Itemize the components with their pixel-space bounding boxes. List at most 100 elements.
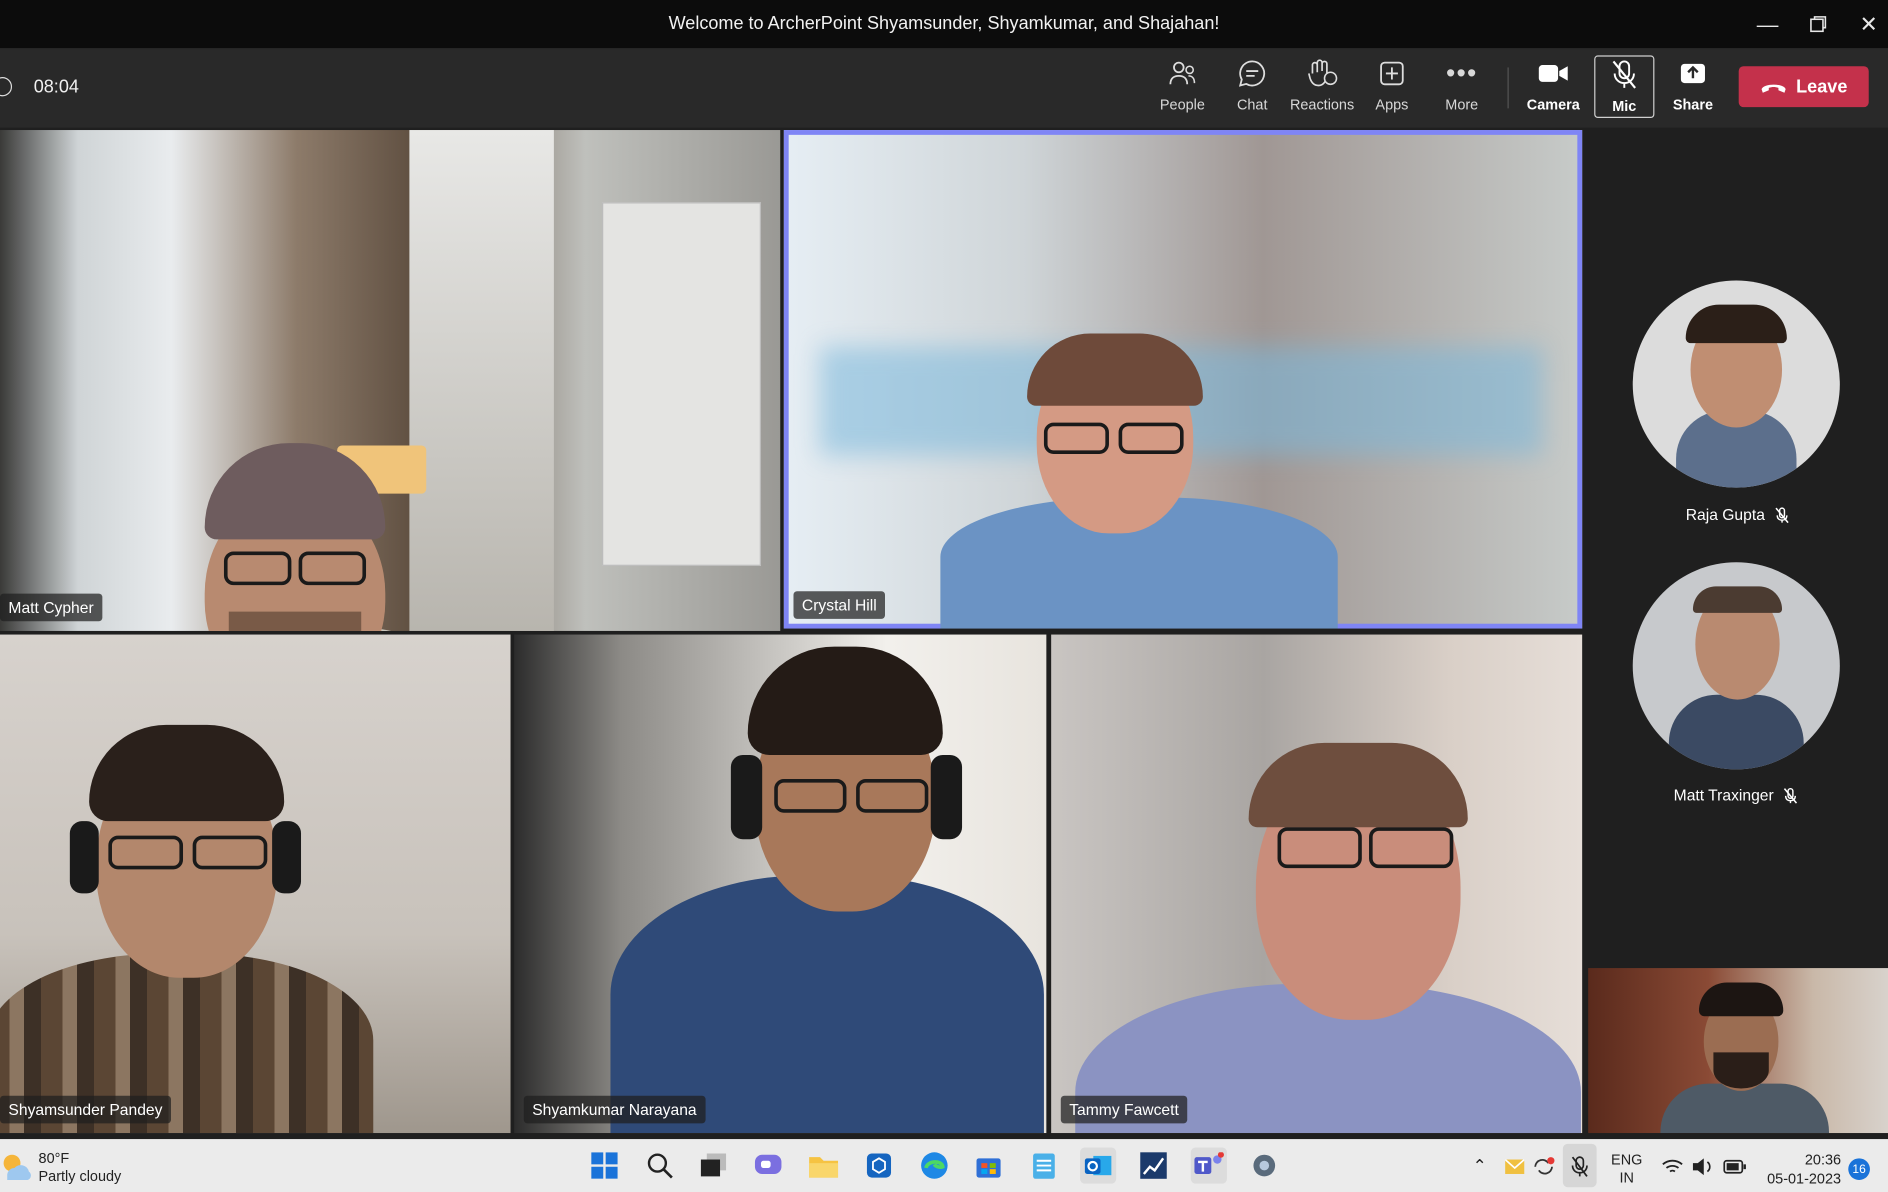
- edge-icon: [921, 1152, 948, 1179]
- teams-icon: [1194, 1152, 1224, 1174]
- apps-label: Apps: [1375, 96, 1409, 114]
- clock-date: 05-01-2023: [1767, 1170, 1842, 1188]
- apps-button[interactable]: Apps: [1358, 55, 1425, 120]
- restore-icon: [1810, 16, 1827, 33]
- avatar-matt-traxinger[interactable]: [1632, 562, 1840, 770]
- mic-button[interactable]: Mic: [1594, 55, 1655, 118]
- toolbar-divider: [1507, 67, 1509, 109]
- search-button[interactable]: [642, 1147, 678, 1183]
- settings-button[interactable]: [1246, 1147, 1282, 1183]
- minimize-button[interactable]: —: [1741, 0, 1794, 48]
- mic-muted-icon: [1612, 60, 1636, 89]
- restore-button[interactable]: [1792, 0, 1845, 48]
- weather-desc: Partly cloudy: [38, 1167, 122, 1185]
- chat-label: Chat: [1236, 96, 1268, 114]
- chat-app-icon: [754, 1154, 782, 1174]
- video-tile-matt-cypher[interactable]: Matt Cypher: [0, 130, 781, 631]
- hang-up-icon: [1761, 84, 1786, 93]
- mic-muted-icon: [1783, 787, 1798, 804]
- shield-icon: [0, 77, 13, 97]
- name-tag: Crystal Hill: [793, 591, 886, 619]
- self-view-video[interactable]: [1588, 968, 1888, 1134]
- windows-taskbar: 80°F Partly cloudy ⌃ ENG IN 20:36 05-01-…: [0, 1139, 1888, 1192]
- people-icon: [1169, 61, 1196, 85]
- mic-muted-icon: [1775, 506, 1789, 523]
- weather-widget[interactable]: 80°F Partly cloudy: [39, 1150, 122, 1186]
- leave-label: Leave: [1796, 76, 1848, 97]
- outlook-button[interactable]: [1080, 1147, 1117, 1184]
- volume-icon[interactable]: [1692, 1157, 1714, 1176]
- more-label: More: [1445, 96, 1479, 114]
- title-bar: Welcome to ArcherPoint Shyamsunder, Shya…: [0, 0, 1888, 49]
- battery-icon[interactable]: [1723, 1158, 1747, 1175]
- mic-tray-button[interactable]: [1562, 1143, 1597, 1188]
- chart-app-icon: [1140, 1152, 1167, 1179]
- reactions-button[interactable]: Reactions: [1288, 55, 1355, 120]
- video-tile-crystal-hill[interactable]: Crystal Hill: [783, 130, 1583, 629]
- file-explorer-button[interactable]: [806, 1147, 842, 1183]
- people-button[interactable]: People: [1149, 55, 1216, 120]
- notepad-button[interactable]: [1026, 1147, 1062, 1183]
- lang-top: ENG: [1611, 1151, 1643, 1168]
- mic-muted-icon: [1571, 1156, 1588, 1177]
- notepad-icon: [1033, 1153, 1055, 1179]
- task-view-icon: [700, 1153, 727, 1177]
- share-icon: [1680, 63, 1705, 84]
- search-icon: [647, 1153, 673, 1179]
- weather-temp: 80°F: [38, 1149, 70, 1167]
- chat-icon: [1238, 60, 1266, 87]
- teams-chat-button[interactable]: [750, 1147, 786, 1183]
- name-tag: Shyamkumar Narayana: [523, 1095, 706, 1124]
- folder-icon: [809, 1157, 839, 1178]
- mic-label: Mic: [1612, 97, 1637, 115]
- start-button[interactable]: [586, 1147, 622, 1183]
- mail-icon[interactable]: [1505, 1159, 1525, 1174]
- store-icon: [976, 1158, 1001, 1178]
- participant-name: Raja Gupta: [1685, 505, 1765, 524]
- avatar-name-matt-traxinger: Matt Traxinger: [1674, 786, 1798, 804]
- windows-icon: [591, 1152, 618, 1179]
- wifi-icon[interactable]: [1662, 1158, 1684, 1175]
- task-view-button[interactable]: [696, 1147, 732, 1183]
- camera-label: Camera: [1526, 96, 1580, 114]
- company-portal-button[interactable]: [861, 1147, 897, 1183]
- clock[interactable]: 20:36 05-01-2023: [1762, 1150, 1841, 1189]
- window-title: Welcome to ArcherPoint Shyamsunder, Shya…: [668, 13, 1220, 34]
- more-icon: •••: [1446, 57, 1478, 88]
- analytics-app-button[interactable]: [1135, 1147, 1171, 1183]
- edge-button[interactable]: [916, 1147, 952, 1183]
- chevron-up-icon[interactable]: ⌃: [1473, 1156, 1487, 1176]
- share-button[interactable]: Share: [1659, 55, 1726, 120]
- video-tile-shyamkumar-narayana[interactable]: Shyamkumar Narayana: [514, 634, 1047, 1134]
- weather-icon: [3, 1154, 31, 1180]
- language-indicator[interactable]: ENG IN: [1611, 1151, 1642, 1187]
- apps-icon: [1380, 61, 1404, 86]
- name-tag: Tammy Fawcett: [1060, 1095, 1188, 1124]
- reactions-icon: [1308, 59, 1338, 87]
- clock-time: 20:36: [1804, 1151, 1842, 1168]
- sync-icon[interactable]: [1532, 1156, 1556, 1178]
- video-tile-shyamsunder-pandey[interactable]: Shyamsunder Pandey: [0, 634, 511, 1134]
- video-tile-tammy-fawcett[interactable]: Tammy Fawcett: [1051, 634, 1583, 1134]
- outlook-icon: [1084, 1155, 1112, 1176]
- camera-button[interactable]: Camera: [1520, 55, 1587, 120]
- camera-icon: [1538, 65, 1568, 82]
- avatar-raja-gupta[interactable]: [1632, 280, 1840, 488]
- chat-button[interactable]: Chat: [1219, 55, 1286, 120]
- close-button[interactable]: ✕: [1842, 0, 1888, 48]
- more-button[interactable]: ••• More: [1428, 55, 1495, 120]
- participant-name: Matt Traxinger: [1673, 786, 1774, 805]
- teams-button[interactable]: [1190, 1147, 1227, 1184]
- reactions-label: Reactions: [1289, 96, 1355, 114]
- leave-button[interactable]: Leave: [1738, 66, 1869, 108]
- gear-icon: [1253, 1154, 1276, 1177]
- name-tag: Shyamsunder Pandey: [0, 1095, 171, 1124]
- avatar-name-raja-gupta: Raja Gupta: [1686, 506, 1789, 524]
- lang-bottom: IN: [1619, 1169, 1634, 1187]
- portal-icon: [866, 1153, 892, 1178]
- store-button[interactable]: [970, 1147, 1006, 1183]
- people-label: People: [1159, 96, 1205, 114]
- meeting-timer: 08:04: [33, 77, 79, 98]
- notification-badge[interactable]: 16: [1848, 1158, 1870, 1180]
- meeting-toolbar: 08:04 People Chat Reactions Apps ••• Mor…: [0, 48, 1888, 128]
